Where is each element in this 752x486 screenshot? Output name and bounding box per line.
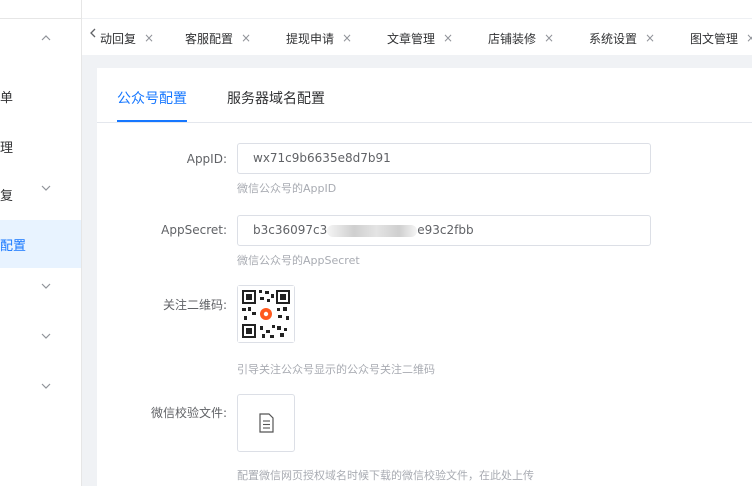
chevron-left-icon[interactable] bbox=[88, 27, 98, 39]
close-icon[interactable]: × bbox=[241, 31, 251, 45]
qrcode-help: 引导关注公众号显示的公众号关注二维码 bbox=[237, 363, 435, 376]
chevron-down-icon bbox=[41, 383, 51, 389]
close-icon[interactable]: × bbox=[544, 31, 554, 45]
verify-file-help: 配置微信网页授权域名时候下载的微信校验文件，在此处上传 bbox=[237, 469, 534, 482]
document-icon bbox=[259, 413, 274, 433]
sidebar-item-8[interactable] bbox=[0, 368, 81, 416]
sidebar-item-label: 复 bbox=[0, 189, 14, 204]
content-card: 公众号配置 服务器域名配置 AppID: wx71c9b6635e8d7b91 … bbox=[97, 68, 752, 486]
sidebar-item-label: 单 bbox=[0, 91, 14, 106]
tab-articles[interactable]: 文章管理 × bbox=[387, 29, 453, 47]
appsecret-label: AppSecret: bbox=[161, 223, 227, 237]
appsecret-value-start: b3c36097c3 bbox=[253, 223, 328, 237]
sidebar: 单 理 复 配置 bbox=[0, 0, 82, 486]
appsecret-value-end: e93c2fbb bbox=[417, 223, 474, 237]
tab-label: 系统设置 bbox=[589, 31, 638, 46]
chevron-down-icon bbox=[41, 283, 51, 289]
tab-label: 图文管理 bbox=[690, 31, 739, 46]
chevron-up-icon bbox=[41, 35, 51, 41]
tab-label: 客服配置 bbox=[185, 31, 234, 46]
sidebar-item-label: 配置 bbox=[0, 239, 27, 254]
tab-customer-service[interactable]: 客服配置 × bbox=[185, 29, 251, 47]
tab-official-account-config[interactable]: 公众号配置 bbox=[117, 88, 187, 108]
sidebar-item-6[interactable] bbox=[0, 268, 81, 316]
verify-file-label: 微信校验文件: bbox=[150, 406, 227, 420]
qrcode-upload[interactable] bbox=[237, 285, 295, 343]
qrcode-image bbox=[238, 286, 294, 342]
tab-label: 店铺装修 bbox=[488, 31, 537, 46]
content-tabs: 公众号配置 服务器域名配置 bbox=[97, 68, 752, 123]
tab-graphic[interactable]: 图文管理 × bbox=[690, 29, 752, 47]
chevron-down-icon bbox=[41, 185, 51, 191]
sidebar-header bbox=[0, 0, 81, 19]
appsecret-help: 微信公众号的AppSecret bbox=[237, 254, 360, 267]
sidebar-item-2[interactable]: 单 bbox=[0, 72, 81, 120]
qrcode-label: 关注二维码: bbox=[162, 298, 227, 312]
close-icon[interactable]: × bbox=[443, 31, 453, 45]
appid-help: 微信公众号的AppID bbox=[237, 182, 337, 195]
sidebar-item-5-active[interactable]: 配置 bbox=[0, 220, 81, 268]
sidebar-item-label: 理 bbox=[0, 141, 14, 156]
verify-file-upload[interactable] bbox=[237, 394, 295, 452]
appid-label: AppID: bbox=[186, 152, 227, 166]
appsecret-input[interactable]: b3c36097c3 e93c2fbb bbox=[237, 215, 651, 246]
close-icon[interactable]: × bbox=[645, 31, 655, 45]
tab-withdrawal[interactable]: 提现申请 × bbox=[286, 29, 352, 47]
chevron-down-icon bbox=[41, 333, 51, 339]
tab-label: 提现申请 bbox=[286, 31, 335, 46]
sidebar-item-7[interactable] bbox=[0, 318, 81, 366]
close-icon[interactable]: × bbox=[342, 31, 352, 45]
tab-bar-header bbox=[82, 0, 752, 19]
close-icon[interactable]: × bbox=[144, 31, 154, 45]
appid-input[interactable]: wx71c9b6635e8d7b91 bbox=[237, 143, 651, 174]
sidebar-item-3[interactable]: 理 bbox=[0, 122, 81, 170]
sidebar-item-1[interactable] bbox=[0, 20, 81, 68]
tab-label: 文章管理 bbox=[387, 31, 436, 46]
tab-shop-decor[interactable]: 店铺装修 × bbox=[488, 29, 554, 47]
sidebar-item-4[interactable]: 复 bbox=[0, 170, 81, 218]
tab-server-domain-config[interactable]: 服务器域名配置 bbox=[227, 88, 325, 108]
tab-auto-reply[interactable]: 动回复 × bbox=[100, 29, 154, 47]
close-icon[interactable]: × bbox=[746, 31, 752, 45]
active-tab-indicator bbox=[117, 120, 187, 122]
redaction-blur bbox=[327, 224, 418, 237]
tab-bar: 动回复 × 客服配置 × 提现申请 × 文章管理 × 店铺装修 × 系统设置 ×… bbox=[82, 0, 752, 55]
tab-system-settings[interactable]: 系统设置 × bbox=[589, 29, 655, 47]
tab-label: 动回复 bbox=[100, 31, 137, 46]
